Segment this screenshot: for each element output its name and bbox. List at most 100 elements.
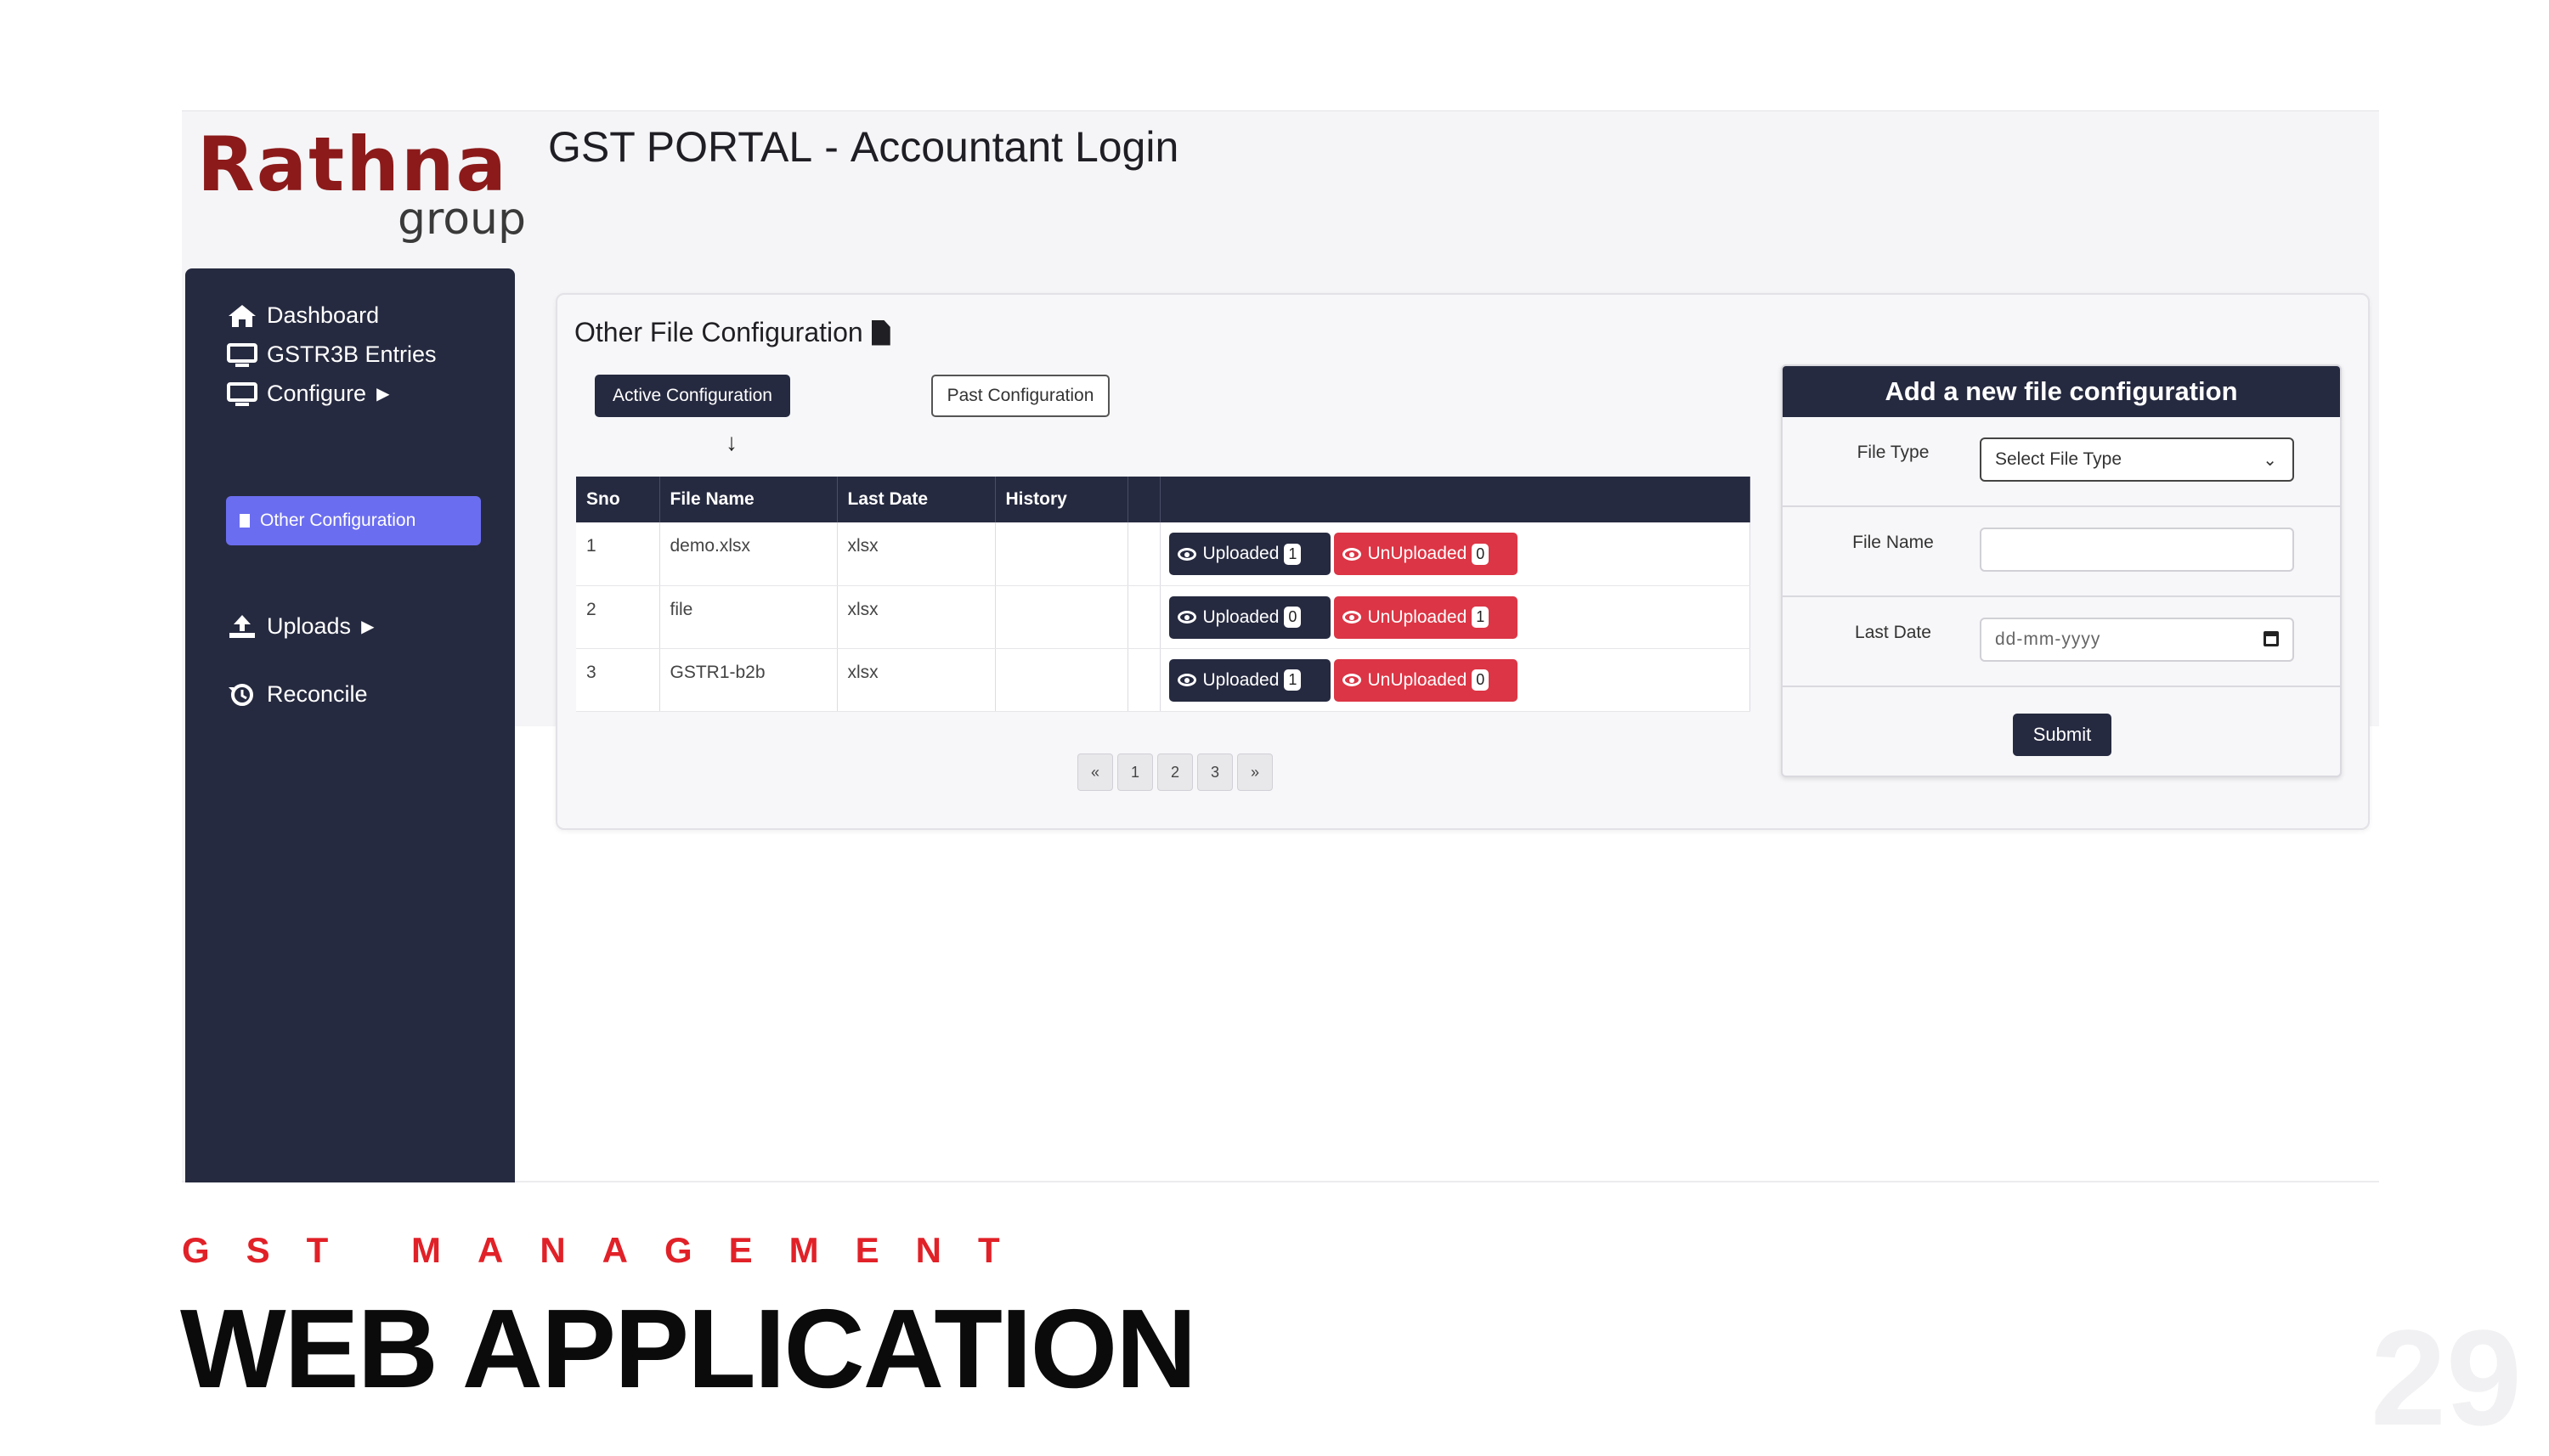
caret-right-icon: ▶ [361, 618, 375, 636]
card-title-text: Other File Configuration [574, 317, 863, 347]
cell-file-name: file [659, 585, 838, 649]
unuploaded-label: UnUploaded [1367, 607, 1467, 627]
configuration-table: Sno File Name Last Date History 1 demo.x… [576, 477, 1750, 712]
pagination-next[interactable]: » [1237, 753, 1273, 791]
cell-blank [1128, 648, 1161, 712]
unuploaded-button[interactable]: UnUploaded 0 [1333, 658, 1518, 702]
table-row: 1 demo.xlsx xlsx Uploaded 1 UnUploaded 0 [576, 522, 1750, 586]
unuploaded-button[interactable]: UnUploaded 1 [1333, 595, 1518, 639]
sidebar-item-label: Uploads [267, 613, 352, 639]
submit-button[interactable]: Submit [2013, 714, 2111, 756]
column-header-actions [1160, 477, 1750, 522]
file-type-selected-value: Select File Type [1995, 449, 2122, 469]
file-name-input[interactable] [1980, 528, 2294, 572]
calendar-icon[interactable] [2264, 631, 2279, 646]
unuploaded-button[interactable]: UnUploaded 0 [1333, 533, 1518, 575]
eye-icon [1177, 674, 1196, 686]
column-header-file-name: File Name [659, 477, 838, 522]
eye-icon [1342, 611, 1361, 624]
unuploaded-count-badge: 0 [1472, 543, 1489, 565]
file-name-label: File Name [1852, 533, 1934, 552]
brand-logo-sub: group [398, 194, 527, 245]
new-file-configuration-form: Add a new file configuration File Type S… [1781, 364, 2342, 777]
column-header-sno: Sno [576, 477, 660, 522]
cell-blank [1128, 522, 1161, 586]
pagination-page-2[interactable]: 2 [1157, 753, 1193, 791]
cell-last-date: xlsx [837, 585, 996, 649]
cell-actions: Uploaded 1 UnUploaded 0 [1160, 648, 1750, 712]
uploaded-count-badge: 1 [1284, 669, 1302, 691]
uploaded-button[interactable]: Uploaded 0 [1168, 595, 1331, 639]
sidebar-item-uploads[interactable]: Uploads ▶ [226, 613, 374, 640]
history-icon [229, 683, 253, 706]
form-row-file-type: File Type Select File Type ⌄ [1783, 417, 2340, 507]
pagination-page-3[interactable]: 3 [1197, 753, 1233, 791]
cell-last-date: xlsx [837, 648, 996, 712]
cell-history [995, 585, 1128, 649]
cell-sno: 2 [576, 585, 660, 649]
uploaded-label: Uploaded [1202, 607, 1280, 627]
sidebar-item-other-configuration[interactable]: Other Configuration [226, 496, 481, 545]
caret-right-icon: ▶ [376, 385, 390, 404]
table-row: 3 GSTR1-b2b xlsx Uploaded 1 UnUploaded 0 [576, 648, 1750, 712]
monitor-icon [227, 381, 257, 406]
cell-history [995, 648, 1128, 712]
column-header-last-date: Last Date [837, 477, 996, 522]
sidebar-subitem-label: Other Configuration [260, 511, 416, 530]
form-row-last-date: Last Date dd-mm-yyyy [1783, 597, 2340, 687]
pagination-prev[interactable]: « [1077, 753, 1113, 791]
arrow-down-icon: ↓ [726, 429, 738, 455]
last-date-input[interactable]: dd-mm-yyyy [1980, 618, 2294, 662]
uploaded-count-badge: 0 [1284, 607, 1302, 628]
sidebar-item-gstr3b-entries[interactable]: GSTR3B Entries [226, 341, 437, 368]
slide-headline: WEB APPLICATION [180, 1286, 1197, 1411]
portal-name: GST PORTAL [548, 123, 813, 171]
cell-file-name: GSTR1-b2b [659, 648, 838, 712]
file-type-label: File Type [1857, 443, 1930, 462]
monitor-icon [227, 342, 257, 367]
upload-icon [229, 614, 255, 638]
sidebar: Dashboard GSTR3B Entries Configure ▶ Oth… [185, 268, 515, 1182]
cell-history [995, 522, 1128, 586]
uploaded-count-badge: 1 [1284, 543, 1302, 565]
sidebar-item-label: Dashboard [267, 302, 380, 328]
home-icon [229, 304, 256, 327]
table-header-row: Sno File Name Last Date History [576, 477, 1750, 522]
pagination: « 1 2 3 » [1077, 753, 1277, 791]
sidebar-item-label: Reconcile [267, 681, 368, 707]
cell-actions: Uploaded 1 UnUploaded 0 [1160, 522, 1750, 586]
uploaded-label: Uploaded [1202, 544, 1280, 563]
card-title: Other File Configuration [574, 317, 890, 348]
tab-past-configuration[interactable]: Past Configuration [931, 375, 1110, 417]
eye-icon [1177, 611, 1196, 624]
title-separator: - [824, 123, 839, 171]
uploaded-button[interactable]: Uploaded 1 [1168, 658, 1331, 702]
cell-actions: Uploaded 0 UnUploaded 1 [1160, 585, 1750, 649]
page-title: GST PORTAL - Accountant Login [548, 126, 1178, 168]
sidebar-item-configure[interactable]: Configure ▶ [226, 381, 389, 407]
uploaded-button[interactable]: Uploaded 1 [1168, 533, 1331, 575]
cell-sno: 1 [576, 522, 660, 586]
sidebar-item-reconcile[interactable]: Reconcile [226, 681, 368, 708]
cell-last-date: xlsx [837, 522, 996, 586]
document-icon [240, 514, 250, 528]
tab-active-configuration[interactable]: Active Configuration [595, 375, 790, 417]
cell-blank [1128, 585, 1161, 649]
column-header-blank [1128, 477, 1161, 522]
brand-logo: Rathna [197, 121, 508, 208]
pagination-page-1[interactable]: 1 [1117, 753, 1153, 791]
file-type-select[interactable]: Select File Type ⌄ [1980, 437, 2294, 482]
form-row-file-name: File Name [1783, 507, 2340, 597]
portal-role: Accountant Login [850, 123, 1179, 171]
sidebar-item-dashboard[interactable]: Dashboard [226, 302, 379, 329]
last-date-placeholder: dd-mm-yyyy [1995, 629, 2101, 649]
chevron-down-icon: ⌄ [2263, 451, 2277, 470]
column-header-history: History [995, 477, 1128, 522]
form-heading: Add a new file configuration [1783, 366, 2340, 417]
eye-icon [1342, 674, 1361, 686]
sidebar-item-label: Configure [267, 381, 367, 406]
unuploaded-label: UnUploaded [1367, 544, 1467, 563]
unuploaded-count-badge: 0 [1472, 669, 1489, 691]
cell-sno: 3 [576, 648, 660, 712]
cell-file-name: demo.xlsx [659, 522, 838, 586]
